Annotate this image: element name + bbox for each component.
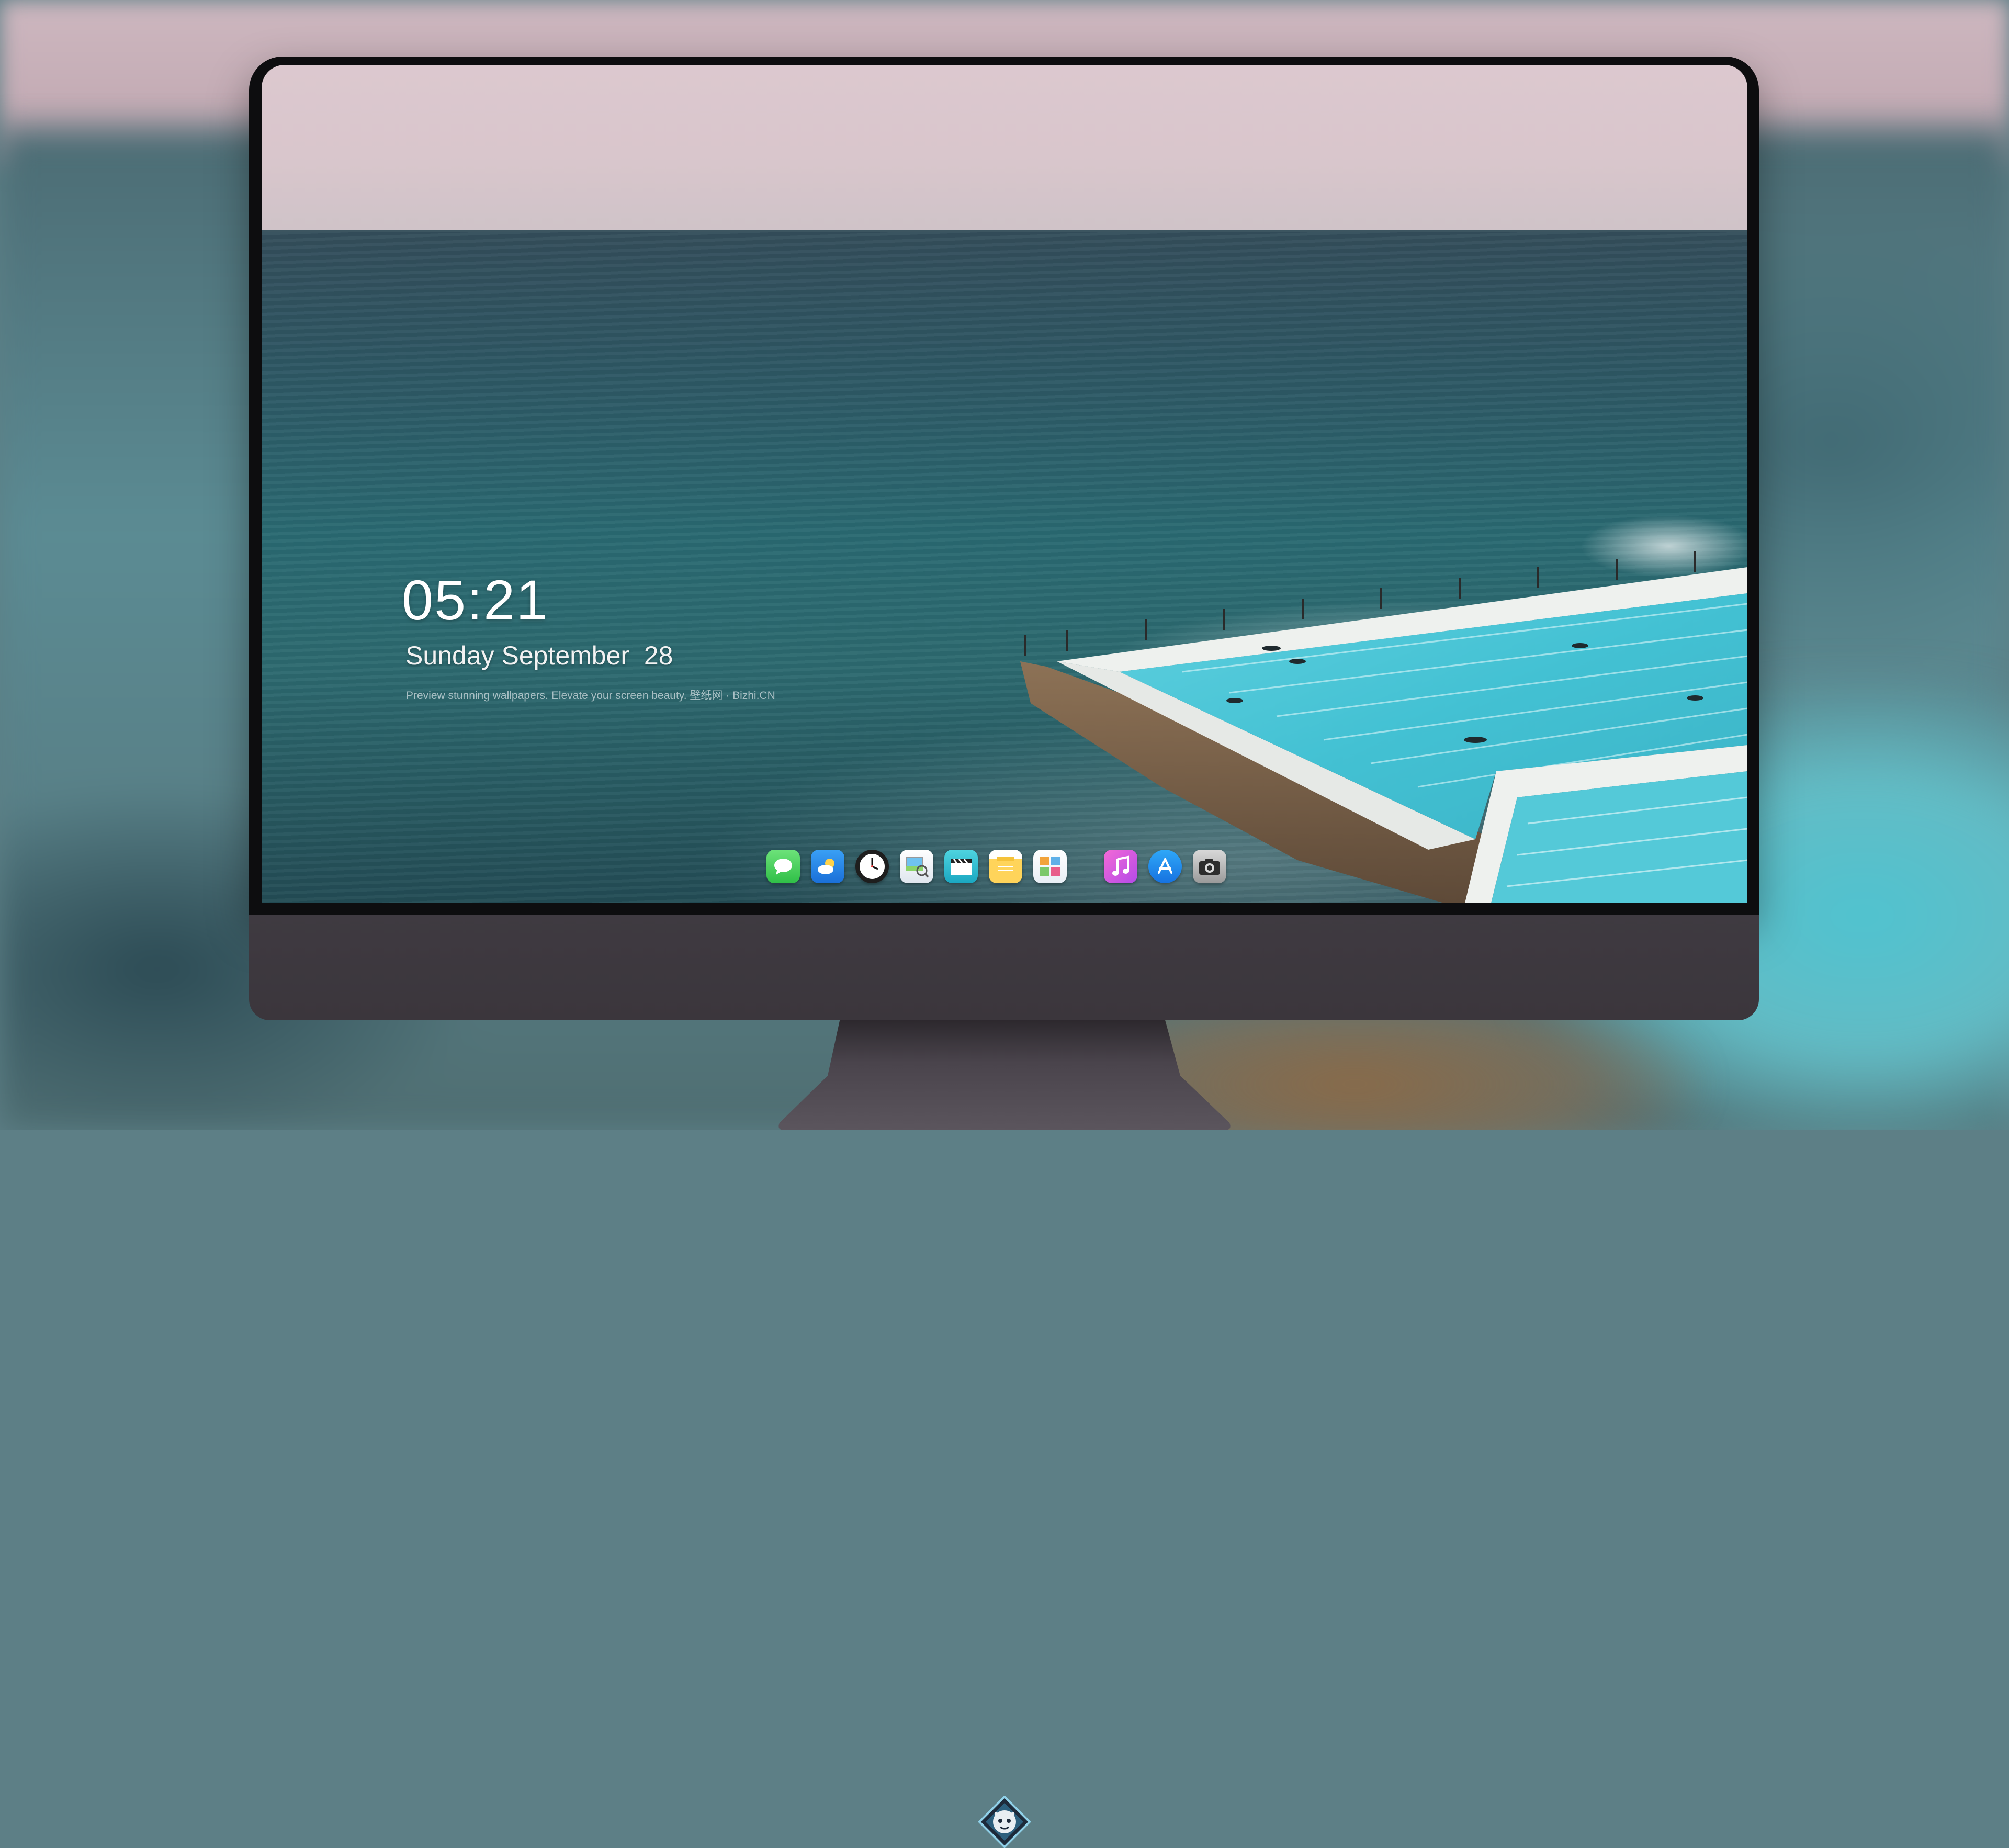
preview-icon[interactable]: [900, 850, 933, 883]
lockscreen-time: 05:21: [402, 568, 549, 632]
wallpaper-pool-scene: [1020, 551, 1747, 903]
monitor-stand: [778, 1018, 1231, 1130]
app-dock: [766, 839, 1237, 894]
clock-icon[interactable]: [855, 850, 889, 883]
camera-icon[interactable]: [1193, 850, 1226, 883]
messages-icon[interactable]: [766, 850, 800, 883]
weather-icon[interactable]: [811, 850, 844, 883]
app-store-icon[interactable]: [1148, 850, 1182, 883]
monitor-chin: [249, 915, 1759, 1848]
clapper-icon[interactable]: [944, 850, 978, 883]
brand-logo-icon: [978, 1796, 1031, 1848]
photo-booth-icon[interactable]: [1033, 850, 1067, 883]
desktop-screen: 05:21 Sunday September 28 Preview stunni…: [262, 65, 1747, 903]
lockscreen-date: Sunday September 28: [405, 641, 673, 670]
notes-icon[interactable]: [989, 850, 1022, 883]
wallpaper-caption: Preview stunning wallpapers. Elevate you…: [406, 690, 775, 702]
music-icon[interactable]: [1104, 850, 1137, 883]
